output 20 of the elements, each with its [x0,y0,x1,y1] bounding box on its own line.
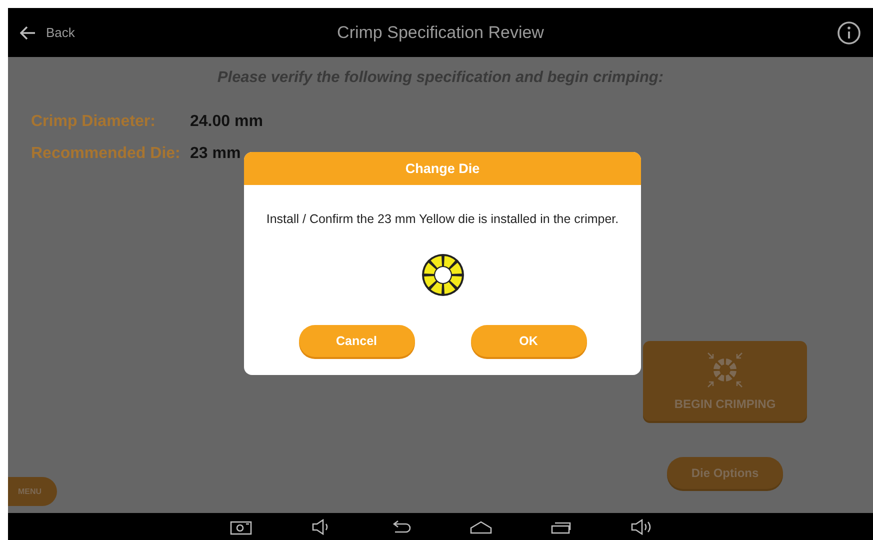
home-icon[interactable] [468,518,492,534]
dialog-title: Change Die [244,152,641,185]
dialog-message: Install / Confirm the 23 mm Yellow die is installed in the crimper. [266,212,619,226]
dialog-button[interactable]: OK [470,325,586,357]
volume-up-icon[interactable] [628,518,652,534]
back-button[interactable]: Back [20,25,140,40]
back-arrow-icon [20,26,36,40]
camera-icon[interactable] [228,518,252,534]
spec-label: Recommended Die: [31,145,182,163]
spec-value: 24.00 mm [190,113,264,131]
crimp-die-icon [706,351,744,389]
info-icon[interactable] [837,20,861,44]
spec-label: Crimp Diameter: [31,113,156,131]
die-options-button[interactable]: Die Options [667,457,783,489]
die-segments-icon [420,253,464,297]
menu-button[interactable]: MENU [8,477,57,506]
screen-title: Crimp Specification Review [336,22,545,42]
begin-crimping-button[interactable]: BEGIN CRIMPING [643,341,807,421]
spec-value: 23 mm [190,145,242,163]
dialog-button[interactable]: Cancel [298,325,414,357]
